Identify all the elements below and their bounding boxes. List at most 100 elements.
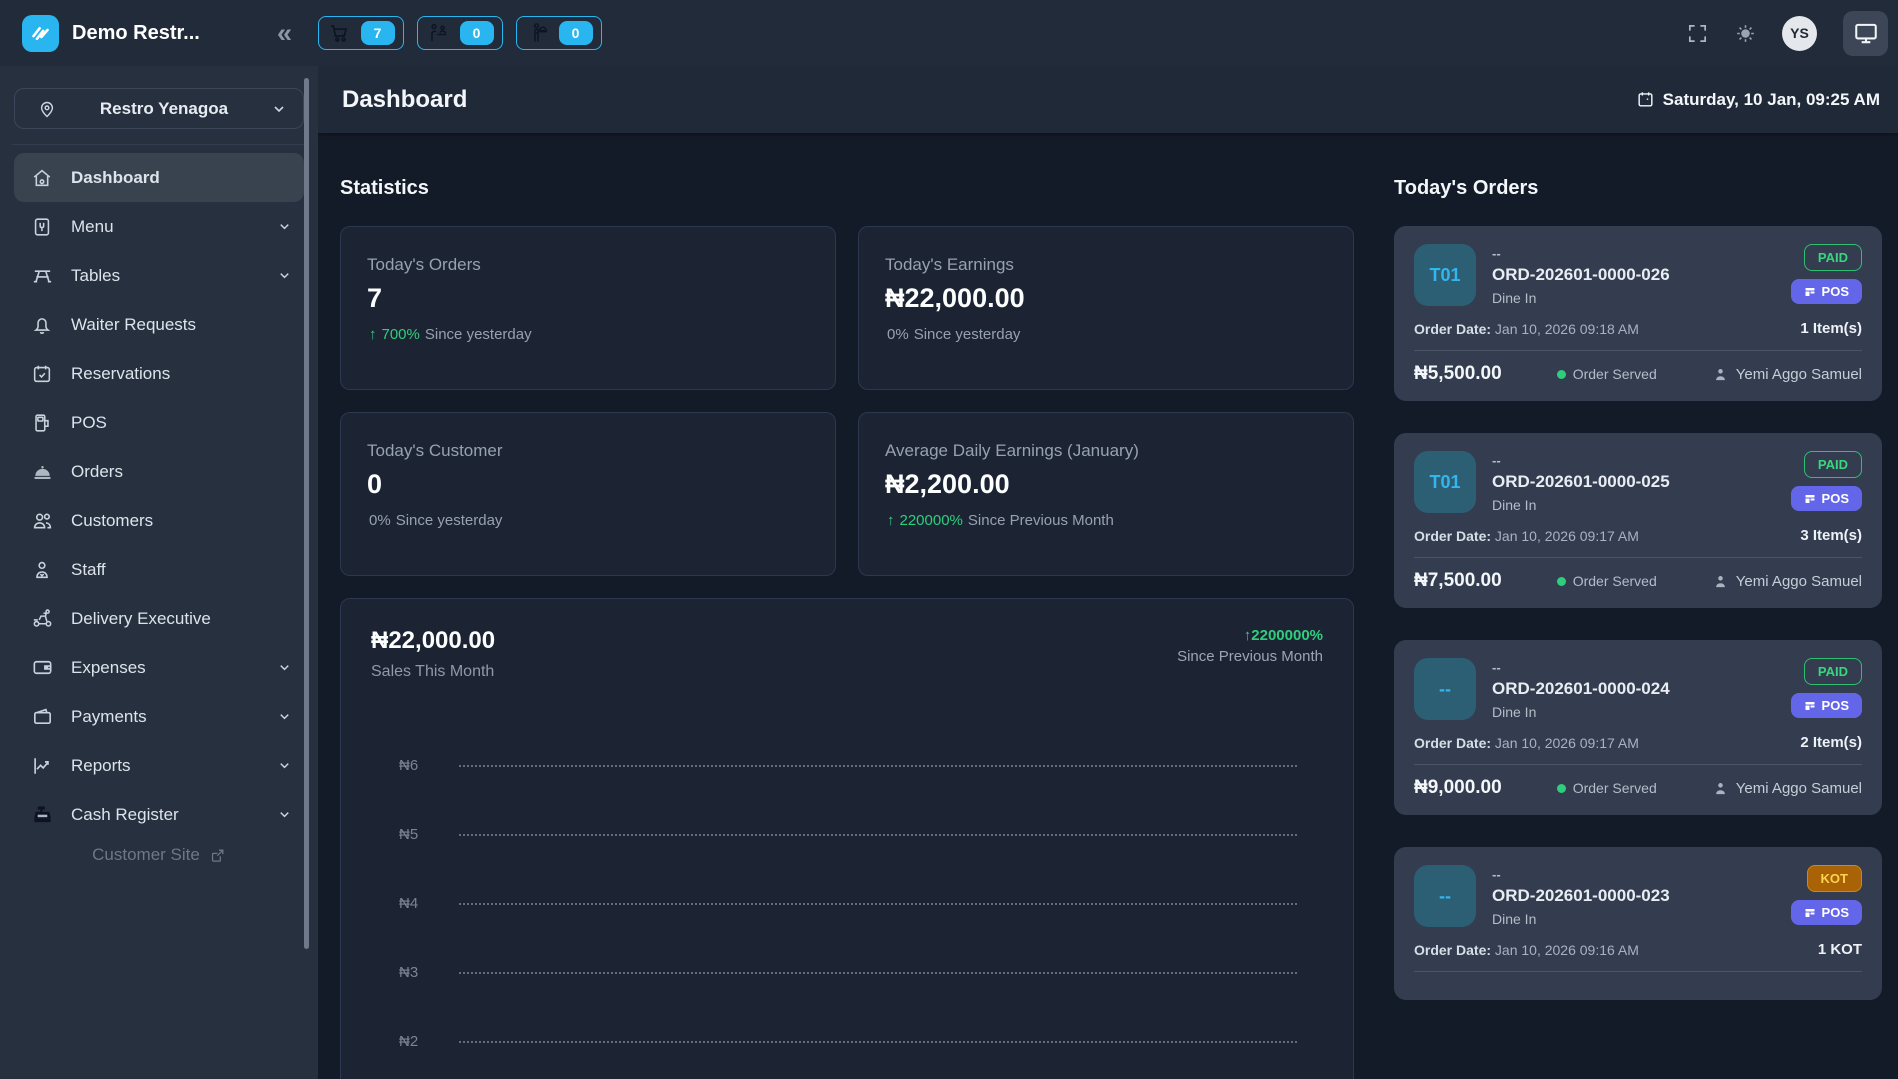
order-card-footer: ₦7,500.00 Order Served Yemi Aggo Samuel xyxy=(1414,570,1862,592)
cart-counter-button[interactable]: 7 xyxy=(318,16,404,50)
stat-delta: ↑ 220000% Since Previous Month xyxy=(885,512,1327,529)
chevron-down-icon xyxy=(277,807,292,822)
reception-counter-button[interactable]: 0 xyxy=(417,16,503,50)
home-icon xyxy=(30,167,54,189)
app-logo[interactable] xyxy=(22,15,59,52)
status-badge: PAID xyxy=(1804,451,1862,478)
brand-area: Demo Restr... « xyxy=(0,15,318,52)
sidebar-item-label: Delivery Executive xyxy=(71,609,292,629)
status-dot xyxy=(1557,577,1566,586)
reception-count: 0 xyxy=(460,21,494,45)
statistics-grid: Today's Orders 7 ↑ 700% Since yesterday … xyxy=(340,226,1354,576)
chart-line-icon xyxy=(30,755,54,777)
order-card-divider xyxy=(1414,557,1862,558)
delta-value: 700% xyxy=(382,326,420,343)
location-selector[interactable]: Restro Yenagoa xyxy=(14,88,304,129)
delta-value: 2200000% xyxy=(1251,627,1323,644)
order-channel: Dine In xyxy=(1492,704,1775,720)
sidebar-item-orders[interactable]: Orders xyxy=(14,447,304,496)
staff-icon xyxy=(30,559,54,581)
waiter-counter-button[interactable]: 0 xyxy=(516,16,602,50)
todays-orders-panel: Today's Orders T01 -- ORD-202601-0000-02… xyxy=(1394,177,1882,1079)
source-label: POS xyxy=(1822,284,1849,299)
order-card[interactable]: T01 -- ORD-202601-0000-026 Dine In PAID … xyxy=(1394,226,1882,401)
sidebar-nav: Dashboard Menu Tables xyxy=(14,153,304,839)
sidebar-item-expenses[interactable]: Expenses xyxy=(14,643,304,692)
calendar-check-icon xyxy=(30,363,54,385)
sidebar-item-reports[interactable]: Reports xyxy=(14,741,304,790)
sidebar-item-label: Menu xyxy=(71,217,260,237)
sidebar-item-staff[interactable]: Staff xyxy=(14,545,304,594)
person-icon xyxy=(1712,780,1729,797)
y-axis-tick: ₦3 xyxy=(399,964,433,981)
order-date-row: Order Date: Jan 10, 2026 09:17 AM 2 Item… xyxy=(1414,734,1862,751)
gridline-row: ₦3 xyxy=(399,938,1311,1007)
source-label: POS xyxy=(1822,698,1849,713)
pos-terminal-icon xyxy=(30,412,54,434)
status-dot xyxy=(1557,784,1566,793)
order-info: -- ORD-202601-0000-023 Dine In xyxy=(1492,865,1775,927)
order-date-label: Order Date: xyxy=(1414,528,1491,544)
source-label: POS xyxy=(1822,491,1849,506)
order-staff: Yemi Aggo Samuel xyxy=(1712,780,1862,797)
sidebar-item-label: Cash Register xyxy=(71,805,260,825)
sidebar-item-payments[interactable]: Payments xyxy=(14,692,304,741)
topbar-actions: YS xyxy=(1686,11,1898,56)
sidebar-item-dashboard[interactable]: Dashboard xyxy=(14,153,304,202)
order-card-divider xyxy=(1414,971,1862,972)
order-card[interactable]: -- -- ORD-202601-0000-024 Dine In PAID P… xyxy=(1394,640,1882,815)
sidebar-item-customers[interactable]: Customers xyxy=(14,496,304,545)
sidebar-item-label: Dashboard xyxy=(71,168,292,188)
sidebar-item-waiter-requests[interactable]: Waiter Requests xyxy=(14,300,304,349)
sidebar-item-cash-register[interactable]: Cash Register xyxy=(14,790,304,839)
order-number: ORD-202601-0000-025 xyxy=(1492,472,1775,492)
display-mode-button[interactable] xyxy=(1843,11,1888,56)
sidebar-collapse-icon[interactable]: « xyxy=(277,20,298,47)
staff-name: Yemi Aggo Samuel xyxy=(1736,366,1862,383)
delta-suffix: Since yesterday xyxy=(425,326,532,343)
stat-card-todays-earnings: Today's Earnings ₦22,000.00 0% Since yes… xyxy=(858,226,1354,390)
status-badge: KOT xyxy=(1807,865,1862,892)
sidebar-item-reservations[interactable]: Reservations xyxy=(14,349,304,398)
stat-label: Today's Orders xyxy=(367,255,809,275)
chevron-down-icon xyxy=(277,219,292,234)
status-dot xyxy=(1557,370,1566,379)
chevron-down-icon xyxy=(277,268,292,283)
order-ref: -- xyxy=(1492,867,1775,882)
order-card[interactable]: -- -- ORD-202601-0000-023 Dine In KOT PO… xyxy=(1394,847,1882,1000)
order-card-divider xyxy=(1414,350,1862,351)
sidebar-scrollbar[interactable] xyxy=(304,78,309,949)
monitor-icon xyxy=(1853,20,1879,46)
stat-value: 0 xyxy=(367,469,809,500)
sidebar-divider xyxy=(12,144,306,145)
theme-toggle-button[interactable] xyxy=(1735,23,1756,44)
chevron-down-icon xyxy=(271,101,287,117)
order-badges: PAID POS xyxy=(1791,451,1862,513)
fullscreen-button[interactable] xyxy=(1686,22,1709,45)
delta-suffix: Since Previous Month xyxy=(1177,648,1323,665)
user-avatar[interactable]: YS xyxy=(1782,16,1817,51)
sidebar-item-pos[interactable]: POS xyxy=(14,398,304,447)
order-date-value: Jan 10, 2026 09:18 AM xyxy=(1495,321,1639,337)
statistics-heading: Statistics xyxy=(340,177,1354,200)
sidebar-item-delivery-executive[interactable]: Delivery Executive xyxy=(14,594,304,643)
order-channel: Dine In xyxy=(1492,497,1775,513)
fullscreen-icon xyxy=(1686,22,1709,45)
stat-value: ₦2,200.00 xyxy=(885,469,1327,500)
table-tile: T01 xyxy=(1414,451,1476,513)
order-info: -- ORD-202601-0000-025 Dine In xyxy=(1492,451,1775,513)
customer-site-link[interactable]: Customer Site xyxy=(14,845,304,865)
sidebar-item-label: Staff xyxy=(71,560,292,580)
source-badge: POS xyxy=(1791,279,1862,304)
stat-delta: ↑ 700% Since yesterday xyxy=(367,326,809,343)
sidebar-item-label: Expenses xyxy=(71,658,260,678)
order-date-value: Jan 10, 2026 09:16 AM xyxy=(1495,942,1639,958)
page-title: Dashboard xyxy=(342,86,467,114)
order-card[interactable]: T01 -- ORD-202601-0000-025 Dine In PAID … xyxy=(1394,433,1882,608)
gridline-row: ₦6 xyxy=(399,731,1311,800)
sidebar-item-tables[interactable]: Tables xyxy=(14,251,304,300)
order-state-label: Order Served xyxy=(1573,366,1657,382)
sidebar-item-menu[interactable]: Menu xyxy=(14,202,304,251)
order-badges: PAID POS xyxy=(1791,244,1862,306)
cart-icon xyxy=(328,21,352,45)
